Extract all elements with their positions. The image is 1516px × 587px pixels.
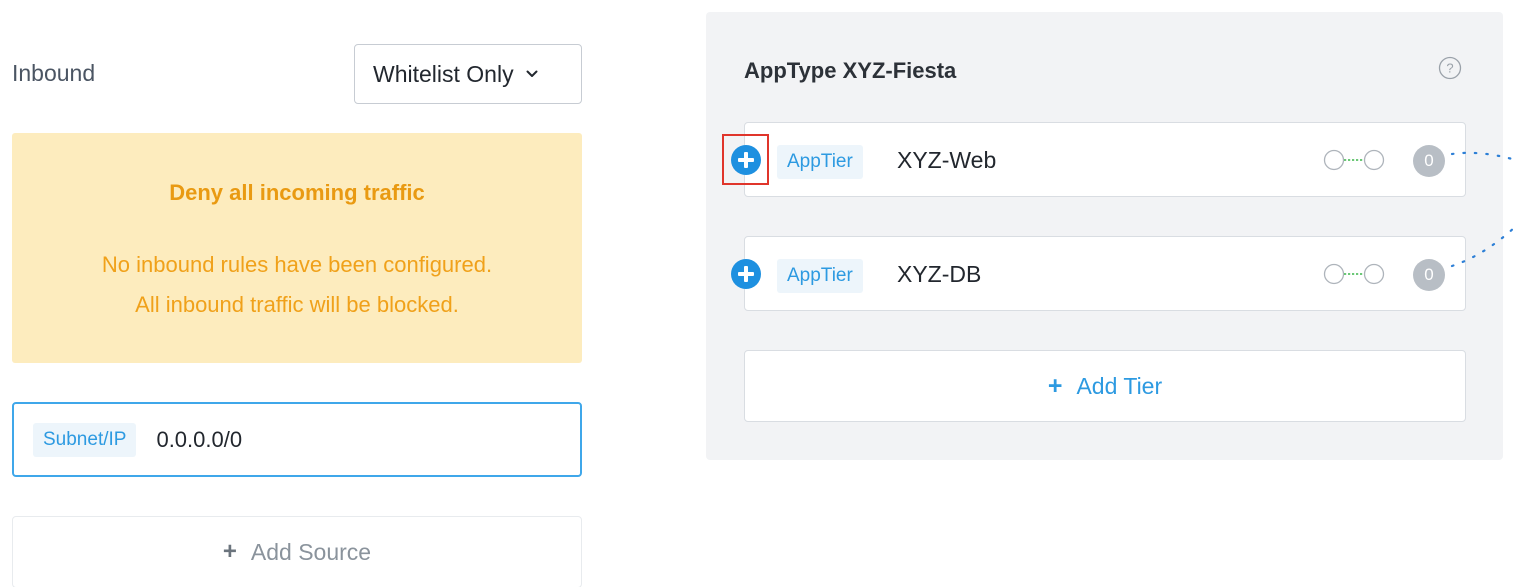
deny-notice-title: Deny all incoming traffic [169,180,425,205]
plus-circle-icon[interactable] [731,145,761,175]
add-tier-button[interactable]: + Add Tier [744,350,1466,422]
tier-name: XYZ-Web [897,147,997,173]
deny-notice-line-2: All inbound traffic will be blocked. [135,292,459,317]
deny-notice-line-1: No inbound rules have been configured. [101,252,493,277]
apptype-panel: AppType XYZ-Fiesta ? AppTier XYZ-Web 0 A… [706,12,1503,460]
chevron-down-icon [524,66,540,82]
inbound-label: Inbound [12,60,96,86]
inbound-policy-dropdown[interactable]: Whitelist Only [354,44,582,104]
help-circle-icon[interactable]: ? [1438,56,1462,80]
plus-horizontal-stroke [738,272,754,276]
apptype-title: AppType XYZ-Fiesta [744,58,957,83]
deny-notice-panel: Deny all incoming traffic No inbound rul… [12,133,582,363]
connector-icon[interactable] [1323,147,1385,173]
source-type-tag: Subnet/IP [33,422,137,457]
connector-icon[interactable] [1323,261,1385,287]
tier-type-tag: AppTier [777,145,863,179]
plus-icon: + [222,538,237,565]
add-source-button[interactable]: + Add Source [12,516,582,587]
tier-card-xyz-web[interactable]: AppTier XYZ-Web 0 [731,122,1466,197]
add-source-label: Add Source [250,538,372,565]
tier-name: XYZ-DB [897,261,982,287]
connection-dotted-lines [1450,151,1516,268]
tier-card-xyz-db[interactable]: AppTier XYZ-DB 0 [731,236,1466,311]
plus-icon: + [1047,371,1063,400]
tier-type-tag: AppTier [777,259,863,293]
plus-horizontal-stroke [738,158,754,162]
add-tier-label: Add Tier [1076,372,1163,399]
security-policy-screen: Inbound Whitelist Only Deny all incoming… [0,0,1516,587]
svg-text:?: ? [1446,61,1453,76]
source-value: 0.0.0.0/0 [156,426,243,452]
plus-circle-icon[interactable] [731,259,761,289]
inbound-policy-value: Whitelist Only [373,60,514,87]
source-entry[interactable]: Subnet/IP 0.0.0.0/0 [12,402,582,477]
